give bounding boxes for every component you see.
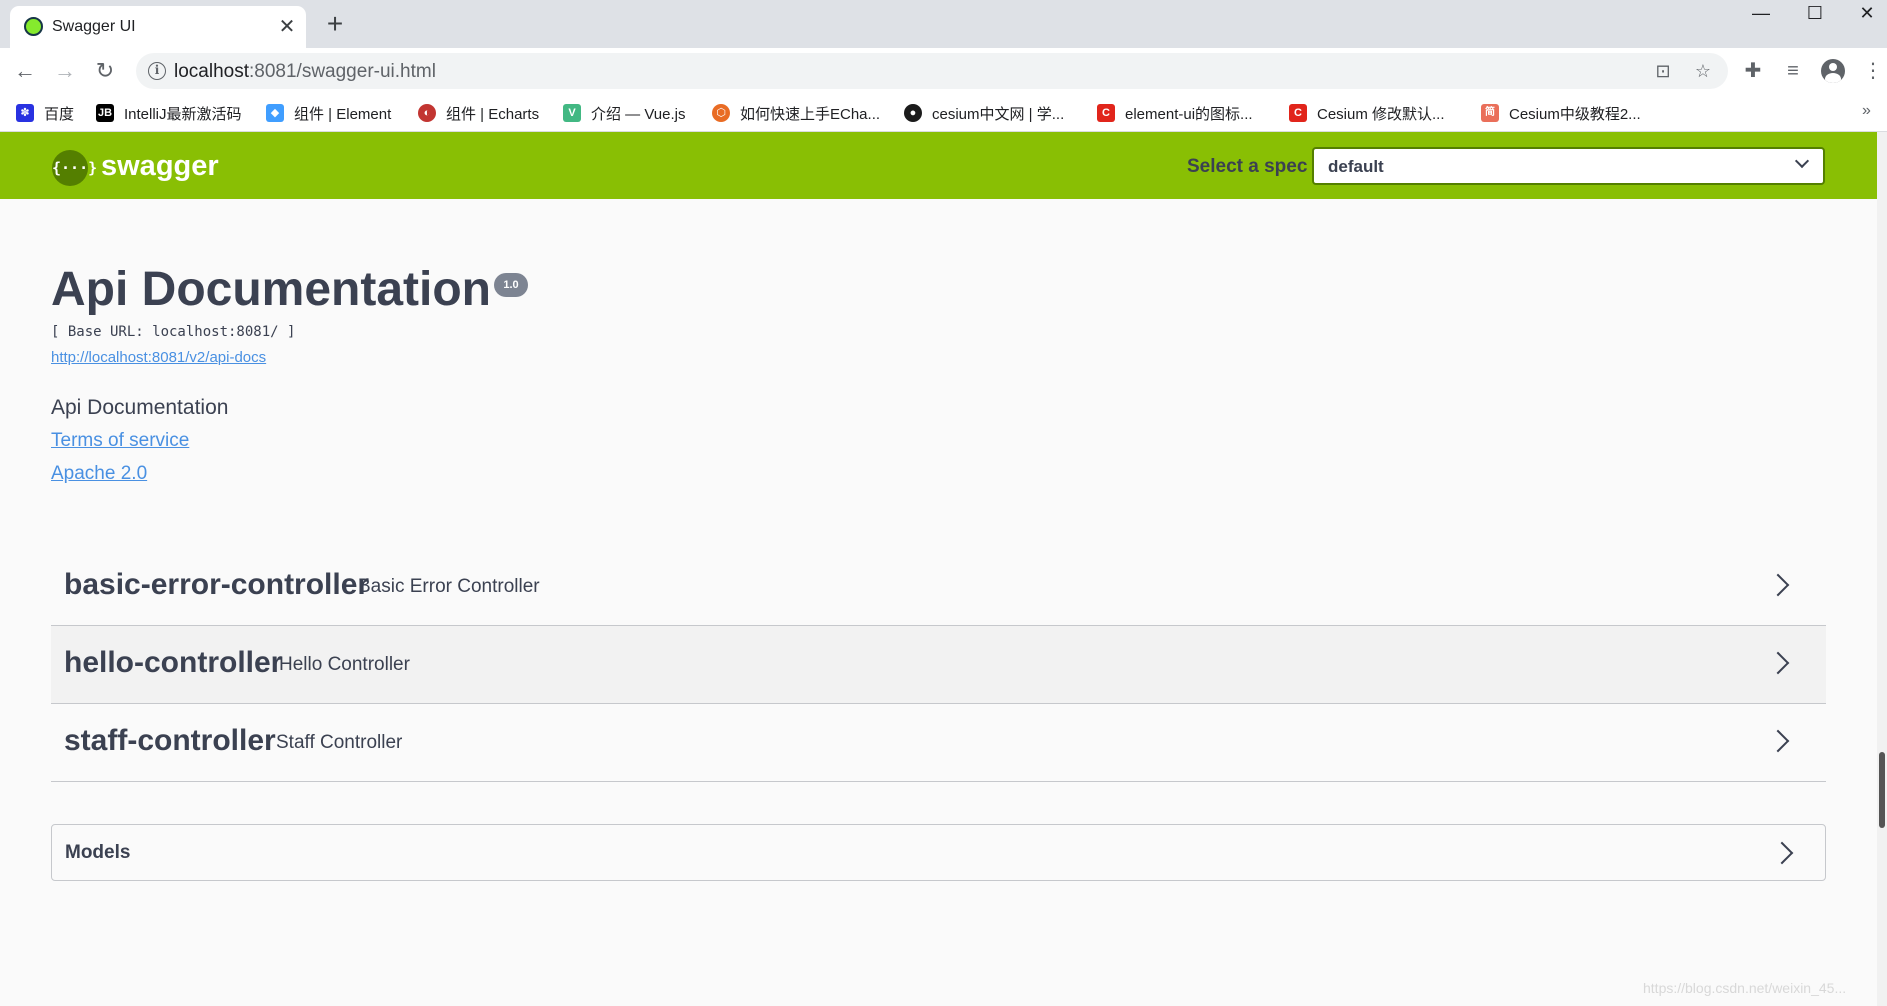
swagger-logo-text[interactable]: swagger xyxy=(101,150,219,183)
tab-close-icon[interactable]: ✕ xyxy=(274,14,300,40)
bookmark-label: IntelliJ最新激活码 xyxy=(124,105,242,123)
csdn-icon: C xyxy=(1097,104,1115,122)
spec-selected-value: default xyxy=(1328,157,1384,176)
page-scrollbar[interactable] xyxy=(1877,132,1887,1006)
chevron-right-icon[interactable] xyxy=(1766,729,1790,753)
controller-description: Hello Controller xyxy=(279,654,410,675)
url-text[interactable]: localhost:8081/swagger-ui.html xyxy=(174,61,436,83)
bookmark-echarts[interactable]: ◐ 组件 | Echarts xyxy=(418,102,539,124)
base-url: [ Base URL: localhost:8081/ ] xyxy=(51,324,296,340)
bookmark-label: 组件 | Echarts xyxy=(446,105,540,123)
models-section[interactable]: Models xyxy=(51,824,1826,881)
close-window-button[interactable]: ✕ xyxy=(1847,0,1887,28)
chevron-right-icon[interactable] xyxy=(1770,841,1794,865)
bookmark-label: Cesium 修改默认... xyxy=(1317,105,1445,123)
element-icon: ◆ xyxy=(266,104,284,122)
jianshu-icon: 简 xyxy=(1481,104,1499,122)
profile-avatar-icon[interactable] xyxy=(1821,59,1845,83)
menu-kebab-icon[interactable]: ⋮ xyxy=(1858,56,1887,86)
controller-name: hello-controller xyxy=(64,646,283,679)
jetbrains-icon: JB xyxy=(96,104,114,122)
controller-row-basic-error[interactable]: basic-error-controller Basic Error Contr… xyxy=(51,548,1826,626)
controller-name: basic-error-controller xyxy=(64,568,370,601)
bookmark-echarts-tutorial[interactable]: ⬡ 如何快速上手ECha... xyxy=(712,102,880,124)
extensions-puzzle-icon[interactable]: ✚ xyxy=(1738,56,1768,86)
bookmark-cesium-cn[interactable]: ● cesium中文网 | 学... xyxy=(904,102,1064,124)
bookmark-element-ui-icons[interactable]: C element-ui的图标... xyxy=(1097,102,1253,124)
models-title: Models xyxy=(65,842,131,863)
version-badge: 1.0 xyxy=(494,273,528,297)
swagger-logo-icon[interactable]: {···} xyxy=(52,150,97,186)
scrollbar-thumb[interactable] xyxy=(1879,752,1885,828)
swagger-favicon-icon xyxy=(24,17,43,36)
watermark: https://blog.csdn.net/weixin_45... xyxy=(1643,980,1847,996)
page-title: Api Documentation xyxy=(51,263,491,316)
bookmark-intellij[interactable]: JB IntelliJ最新激活码 xyxy=(96,102,242,124)
forward-arrow-icon[interactable]: → xyxy=(48,54,82,88)
csdn-icon: C xyxy=(1289,104,1307,122)
controller-list: basic-error-controller Basic Error Contr… xyxy=(51,548,1826,782)
bookmarks-bar: ✽ 百度 JB IntelliJ最新激活码 ◆ 组件 | Element ◐ 组… xyxy=(0,94,1887,132)
bookmark-cesium-tutorial[interactable]: 简 Cesium中级教程2... xyxy=(1481,102,1641,124)
bookmark-label: Cesium中级教程2... xyxy=(1509,105,1641,123)
tab-title: Swagger UI xyxy=(52,18,136,35)
chevron-down-icon xyxy=(1794,153,1810,169)
echarts-tutorial-icon: ⬡ xyxy=(712,104,730,122)
controller-name: staff-controller xyxy=(64,724,276,757)
bookmark-baidu[interactable]: ✽ 百度 xyxy=(16,102,74,124)
bookmark-star-icon[interactable]: ☆ xyxy=(1690,59,1716,85)
cesium-globe-icon: ● xyxy=(904,104,922,122)
api-description: Api Documentation xyxy=(51,396,229,419)
echarts-icon: ◐ xyxy=(418,104,436,122)
bookmark-label: 如何快速上手ECha... xyxy=(740,105,881,123)
address-bar[interactable]: i localhost:8081/swagger-ui.html ⊡ ☆ xyxy=(136,53,1728,89)
bookmark-label: element-ui的图标... xyxy=(1125,105,1253,123)
controller-row-hello[interactable]: hello-controller Hello Controller xyxy=(51,626,1826,704)
more-bookmarks-icon[interactable]: » xyxy=(1862,102,1871,120)
chevron-right-icon[interactable] xyxy=(1766,573,1790,597)
select-spec-label: Select a spec xyxy=(1187,156,1308,177)
site-info-icon[interactable]: i xyxy=(148,62,166,80)
bookmark-label: 介绍 — Vue.js xyxy=(591,105,686,123)
license-link[interactable]: Apache 2.0 xyxy=(51,463,147,485)
spec-select[interactable]: default xyxy=(1312,147,1825,185)
tab-strip: Swagger UI ✕ + — ☐ ✕ xyxy=(0,0,1887,48)
controller-description: Basic Error Controller xyxy=(358,576,540,597)
baidu-paw-icon: ✽ xyxy=(16,104,34,122)
chevron-right-icon[interactable] xyxy=(1766,651,1790,675)
terms-of-service-link[interactable]: Terms of service xyxy=(51,430,189,452)
new-tab-button[interactable]: + xyxy=(320,10,350,40)
bookmark-label: 百度 xyxy=(44,105,75,123)
bookmark-label: 组件 | Element xyxy=(294,105,392,123)
minimize-button[interactable]: — xyxy=(1736,0,1786,28)
reading-list-icon[interactable]: ≡ xyxy=(1778,56,1808,86)
browser-toolbar: ← → ↻ i localhost:8081/swagger-ui.html ⊡… xyxy=(0,48,1887,94)
controller-row-staff[interactable]: staff-controller Staff Controller xyxy=(51,704,1826,782)
controller-description: Staff Controller xyxy=(276,732,403,753)
maximize-button[interactable]: ☐ xyxy=(1790,0,1840,28)
bookmark-label: cesium中文网 | 学... xyxy=(932,105,1065,123)
bookmark-element[interactable]: ◆ 组件 | Element xyxy=(266,102,391,124)
back-arrow-icon[interactable]: ← xyxy=(8,54,42,88)
api-docs-link[interactable]: http://localhost:8081/v2/api-docs xyxy=(51,349,266,366)
bookmark-vue[interactable]: V 介绍 — Vue.js xyxy=(563,102,685,124)
reload-icon[interactable]: ↻ xyxy=(88,54,122,88)
vue-icon: V xyxy=(563,104,581,122)
api-title-row: Api Documentation 1.0 xyxy=(51,262,528,322)
bookmark-cesium-modify[interactable]: C Cesium 修改默认... xyxy=(1289,102,1445,124)
translate-icon[interactable]: ⊡ xyxy=(1650,59,1676,85)
swagger-topbar: {···} swagger Select a spec default xyxy=(0,132,1877,199)
tab-swagger-ui[interactable]: Swagger UI ✕ xyxy=(10,6,306,48)
